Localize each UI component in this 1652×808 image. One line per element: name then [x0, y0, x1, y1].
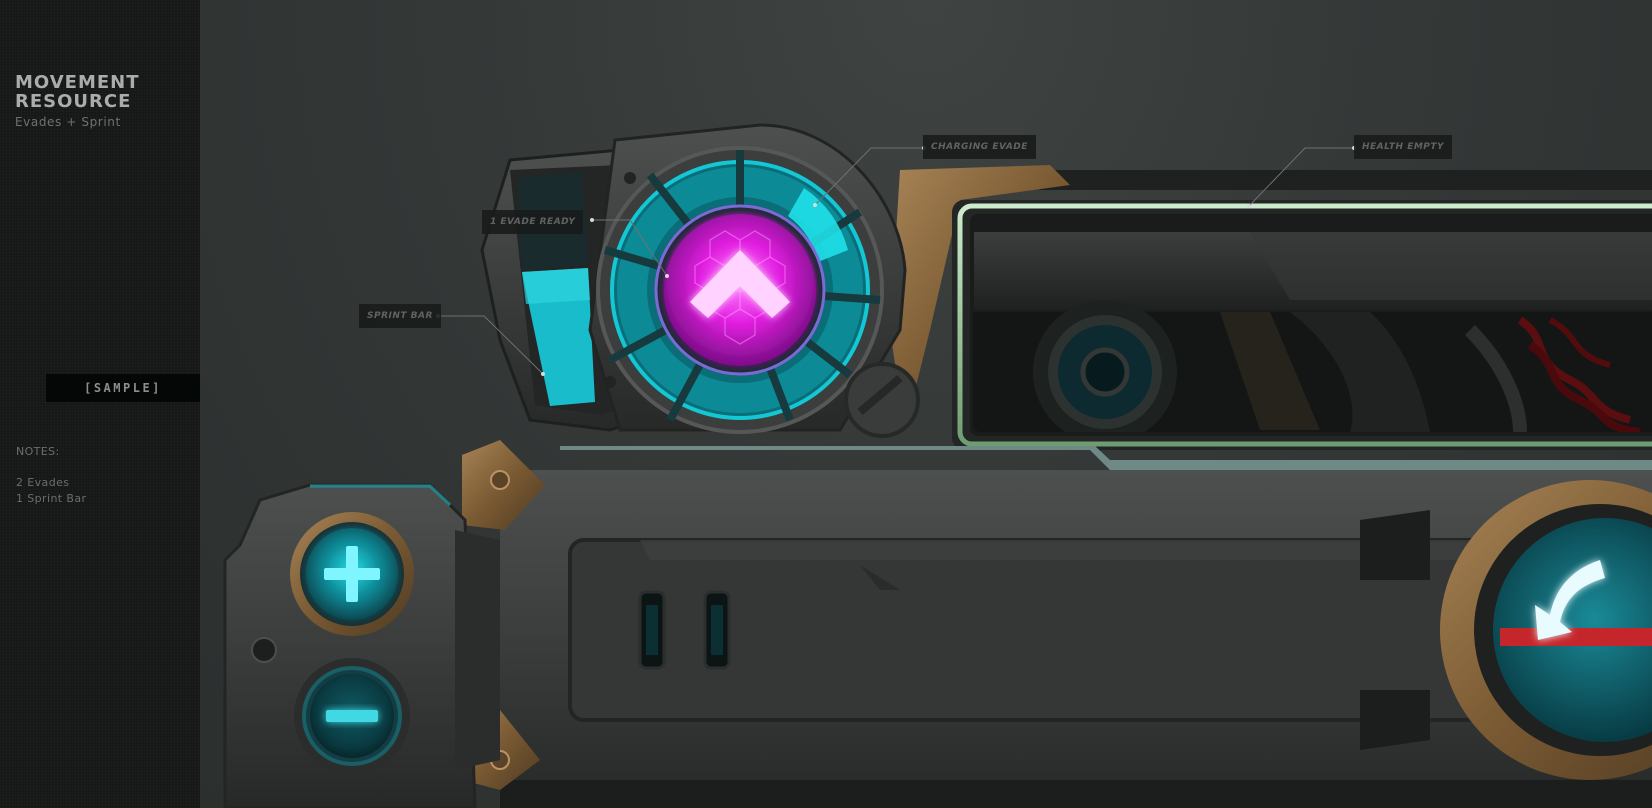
callout-charging-evade: CHARGING EVADE [923, 135, 1036, 159]
evade-gauge [588, 123, 920, 438]
hud-scene: SPRINT BAR 1 EVADE READY CHARGING EVADE … [200, 0, 1652, 808]
callout-evade-ready: 1 EVADE READY [482, 210, 584, 234]
notes-label: NOTES: [16, 445, 60, 458]
bolt [844, 362, 920, 438]
sample-badge: [SAMPLE] [46, 374, 200, 402]
minus-icon [326, 710, 378, 722]
note-line: 2 Evades [16, 476, 70, 489]
panel-subtitle: Evades + Sprint [15, 115, 121, 129]
info-panel: MOVEMENT RESOURCE Evades + Sprint [SAMPL… [0, 0, 200, 808]
minus-button[interactable] [294, 658, 410, 774]
health-bar-frame [890, 165, 1652, 450]
callout-health-empty: HEALTH EMPTY [1354, 135, 1453, 159]
evade-core [664, 214, 816, 366]
dodge-red-band [1500, 628, 1652, 646]
callout-sprint-bar: SPRINT BAR [359, 304, 441, 328]
hud-artwork [223, 123, 1652, 808]
health-empty-interior [973, 300, 1652, 432]
plus-button[interactable] [290, 512, 414, 636]
panel-title: MOVEMENT RESOURCE [15, 72, 140, 112]
note-line: 1 Sprint Bar [16, 492, 87, 505]
